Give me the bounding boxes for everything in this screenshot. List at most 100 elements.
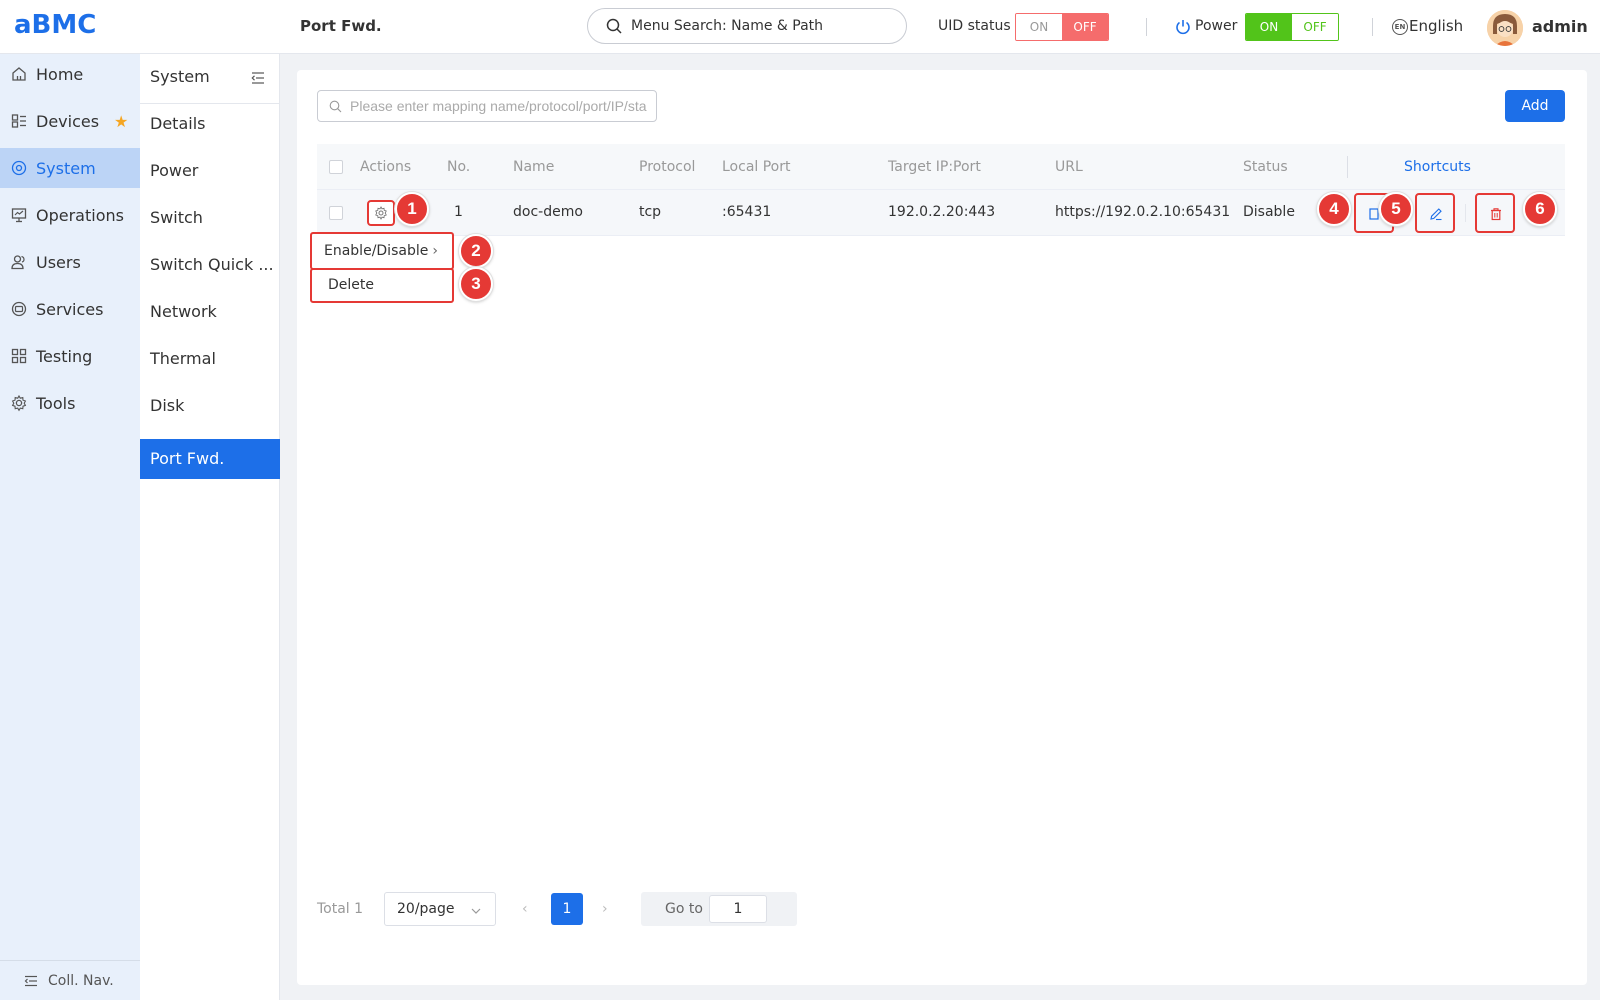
trash-icon	[1491, 208, 1501, 221]
annotation-marker-3: 3	[459, 267, 493, 301]
cell-target: 192.0.2.20:443	[888, 204, 996, 220]
menu-item-delete[interactable]: Delete	[310, 268, 454, 303]
sub-nav-item-power[interactable]: Power	[140, 151, 280, 191]
system-icon	[11, 160, 27, 176]
shortcut-divider	[1465, 204, 1466, 222]
row-checkbox[interactable]	[329, 206, 343, 220]
home-icon	[12, 67, 26, 81]
nav-item-operations[interactable]: Operations	[0, 195, 140, 235]
pagination: Total 1 20/page ‹ 1 › Go to	[317, 892, 917, 926]
content-panel: Add Actions No. Name Protocol Local Port…	[297, 70, 1587, 985]
sub-nav-item-details[interactable]: Details	[140, 104, 280, 144]
nav-item-users[interactable]: Users	[0, 242, 140, 282]
mapping-search-input[interactable]	[350, 95, 650, 117]
collapse-nav-button[interactable]: Coll. Nav.	[0, 960, 140, 1000]
add-button[interactable]: Add	[1505, 90, 1565, 122]
services-icon	[11, 301, 27, 317]
prev-page-button[interactable]: ‹	[522, 901, 534, 917]
menu-search-input[interactable]: Menu Search: Name & Path	[587, 8, 907, 44]
nav-item-services[interactable]: Services	[0, 289, 140, 329]
menu-item-label: Delete	[328, 277, 374, 293]
nav-item-testing[interactable]: Testing	[0, 336, 140, 376]
nav-item-label: Devices	[36, 111, 100, 131]
table-row: 1 doc-demo tcp :65431 192.0.2.20:443 htt…	[317, 190, 1565, 236]
goto-page: Go to	[641, 892, 797, 926]
column-header[interactable]: Name	[513, 159, 554, 175]
collapse-subnav-icon[interactable]	[250, 70, 266, 86]
sub-nav-item-disk[interactable]: Disk	[140, 386, 280, 426]
column-header[interactable]: Target IP:Port	[888, 159, 981, 175]
nav-item-home[interactable]: Home	[0, 54, 140, 94]
cell-status: Disable	[1243, 204, 1295, 220]
sub-nav-item-port-fwd[interactable]: Port Fwd.	[140, 439, 280, 479]
language-selector[interactable]: English	[1409, 17, 1463, 35]
power-toggle: ON OFF	[1245, 13, 1339, 41]
power-on-button[interactable]: ON	[1246, 14, 1292, 40]
favorite-star-icon[interactable]: ★	[114, 112, 128, 131]
mapping-search-field[interactable]	[317, 90, 657, 122]
nav-item-label: Users	[36, 252, 81, 272]
users-icon	[11, 255, 25, 270]
column-header-shortcuts: Shortcuts	[1404, 159, 1471, 175]
sub-nav-title: System	[150, 67, 210, 86]
select-all-checkbox[interactable]	[329, 160, 343, 174]
main-nav: Home Devices ★ System Operations Users S…	[0, 54, 140, 1000]
nav-item-label: Tools	[36, 393, 76, 413]
column-header[interactable]: Local Port	[722, 159, 791, 175]
cell-local-port: :65431	[722, 204, 772, 220]
sub-nav-item-thermal[interactable]: Thermal	[140, 339, 280, 379]
sub-nav: System Details Power Switch Switch Quick…	[140, 54, 280, 1000]
header-divider	[1146, 18, 1147, 36]
shortcut-delete-button[interactable]	[1475, 193, 1515, 233]
sub-nav-item-network[interactable]: Network	[140, 292, 280, 332]
next-page-button[interactable]: ›	[602, 901, 614, 917]
total-count: Total 1	[317, 901, 364, 917]
uid-status-toggle: ON OFF	[1015, 13, 1109, 41]
page-size-select[interactable]: 20/page	[384, 892, 496, 926]
nav-item-label: Operations	[36, 205, 124, 225]
sub-nav-item-switch[interactable]: Switch	[140, 198, 280, 238]
column-header: No.	[447, 159, 471, 175]
table-header: Actions No. Name Protocol Local Port Tar…	[317, 144, 1565, 190]
annotation-marker-5: 5	[1379, 192, 1413, 226]
collapse-icon	[24, 975, 37, 986]
testing-icon	[11, 348, 27, 364]
top-header: aBMC Port Fwd. Menu Search: Name & Path …	[0, 0, 1600, 54]
nav-item-label: Testing	[36, 346, 93, 366]
menu-item-enable-disable[interactable]: Enable/Disable ›	[310, 232, 454, 270]
chevron-right-icon: ›	[432, 243, 438, 259]
page-button-current[interactable]: 1	[551, 893, 583, 925]
search-icon	[606, 18, 622, 34]
power-off-button[interactable]: OFF	[1292, 14, 1338, 40]
sub-nav-header: System	[140, 54, 280, 104]
collapse-nav-label: Coll. Nav.	[48, 972, 114, 989]
operations-icon	[11, 208, 27, 223]
gear-icon	[375, 206, 387, 220]
nav-item-devices[interactable]: Devices ★	[0, 101, 140, 141]
sub-nav-item-switch-quick[interactable]: Switch Quick ...	[140, 245, 280, 285]
power-icon	[1176, 20, 1190, 35]
chevron-down-icon	[471, 908, 481, 914]
page-title: Port Fwd.	[300, 17, 382, 35]
uid-off-button[interactable]: OFF	[1062, 14, 1108, 40]
language-icon: EN	[1392, 19, 1408, 35]
nav-item-system[interactable]: System	[0, 148, 140, 188]
column-header[interactable]: Status	[1243, 159, 1288, 175]
edit-icon	[1430, 208, 1442, 221]
column-header[interactable]: URL	[1055, 159, 1083, 175]
user-name[interactable]: admin	[1532, 17, 1588, 36]
app-logo[interactable]: aBMC	[14, 10, 96, 40]
goto-page-input[interactable]	[709, 895, 767, 923]
devices-icon	[11, 114, 26, 128]
cell-url[interactable]: https://192.0.2.10:65431	[1055, 204, 1230, 220]
page-size-value: 20/page	[397, 901, 455, 917]
column-header[interactable]: Protocol	[639, 159, 695, 175]
uid-on-button[interactable]: ON	[1016, 14, 1062, 40]
avatar[interactable]	[1487, 10, 1523, 46]
row-actions-button[interactable]	[367, 200, 395, 226]
shortcut-edit-button[interactable]	[1415, 193, 1455, 233]
nav-item-label: System	[36, 158, 96, 178]
nav-item-label: Home	[36, 64, 84, 84]
nav-item-tools[interactable]: Tools	[0, 383, 140, 423]
annotation-marker-4: 4	[1317, 192, 1351, 226]
